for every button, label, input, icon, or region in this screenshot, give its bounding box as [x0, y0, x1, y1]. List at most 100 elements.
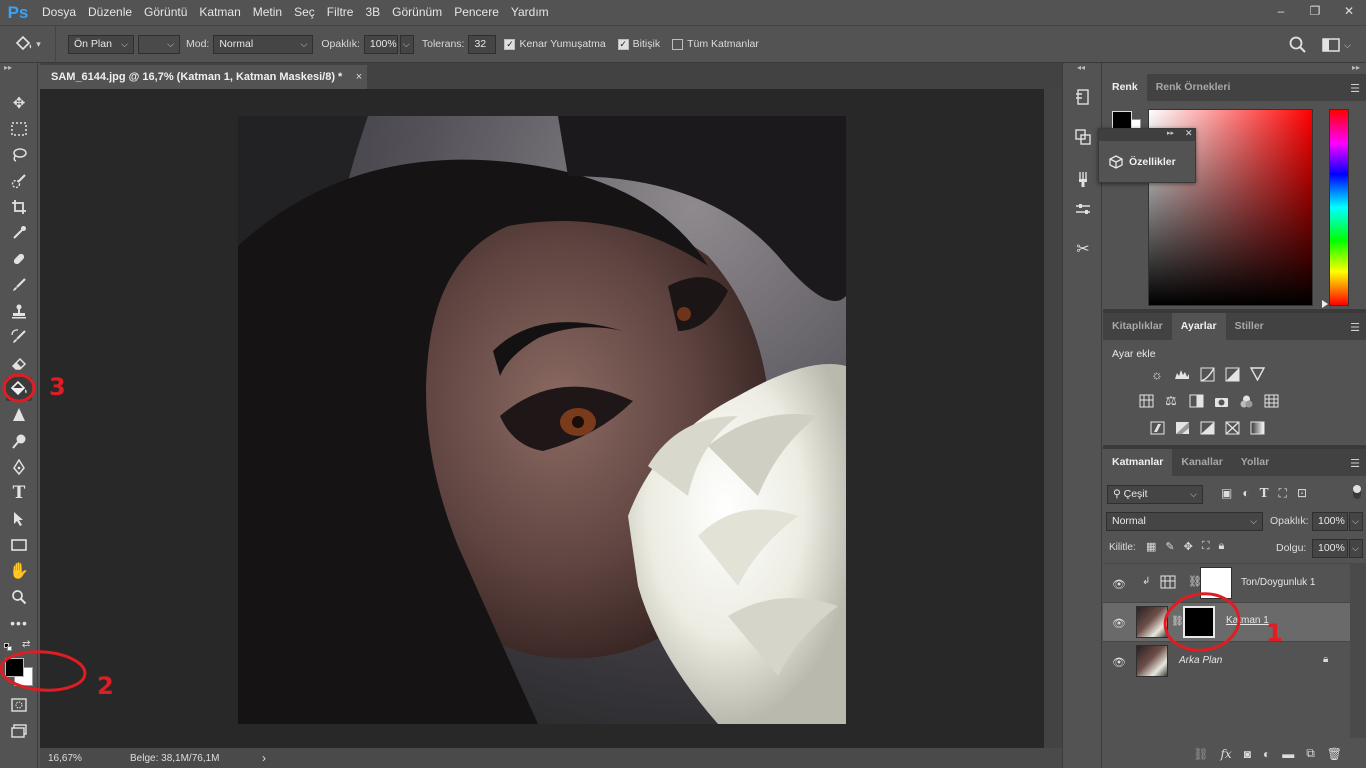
- hue-slider-handle[interactable]: [1322, 300, 1328, 308]
- document-tab[interactable]: SAM_6144.jpg @ 16,7% (Katman 1, Katman M…: [40, 65, 367, 89]
- workspace-button[interactable]: ⌵: [1322, 36, 1354, 54]
- layer-row-katman-1[interactable]: 👁︎ ⛓︎ Katman 1: [1103, 602, 1350, 641]
- menu-layer[interactable]: Katman: [193, 0, 246, 25]
- collapse-arrows-icon[interactable]: ▸▸: [1352, 63, 1360, 72]
- document-image[interactable]: [238, 116, 846, 724]
- lock-transparent-icon[interactable]: ▦: [1146, 540, 1156, 553]
- hand-tool-icon[interactable]: ✋: [6, 559, 32, 583]
- menu-edit[interactable]: Düzenle: [82, 0, 138, 25]
- tab-libraries[interactable]: Kitaplıklar: [1103, 313, 1172, 340]
- color-balance-icon[interactable]: ⚖: [1163, 393, 1179, 409]
- add-mask-icon[interactable]: ◙: [1244, 747, 1251, 761]
- screen-mode-icon[interactable]: [6, 719, 32, 743]
- black-white-icon[interactable]: [1188, 393, 1204, 409]
- pattern-picker[interactable]: ⌵: [138, 34, 180, 54]
- tolerance-input[interactable]: 32: [468, 34, 497, 54]
- layers-scrollbar[interactable]: [1350, 563, 1366, 738]
- menu-select[interactable]: Seç: [288, 0, 321, 25]
- levels-icon[interactable]: [1174, 366, 1190, 382]
- selective-color-icon[interactable]: [1224, 420, 1240, 436]
- blur-tool-icon[interactable]: [6, 403, 32, 427]
- paint-bucket-tool-icon[interactable]: [6, 377, 32, 401]
- layer-filter-select[interactable]: ⚲ Çeşit ⌵: [1107, 485, 1203, 504]
- invert-icon[interactable]: [1149, 420, 1165, 436]
- tab-swatches[interactable]: Renk Örnekleri: [1147, 74, 1240, 101]
- tab-layers[interactable]: Katmanlar: [1103, 449, 1173, 476]
- opacity-dropdown[interactable]: ⌵: [399, 34, 414, 54]
- layer-mask-thumbnail[interactable]: [1200, 567, 1232, 599]
- status-menu-arrow[interactable]: ›: [262, 751, 266, 765]
- layer-name[interactable]: Katman 1: [1226, 615, 1269, 626]
- rectangle-tool-icon[interactable]: [6, 533, 32, 557]
- minimize-button[interactable]: –: [1264, 0, 1298, 22]
- menu-file[interactable]: Dosya: [36, 0, 82, 25]
- layer-row-background[interactable]: 👁︎ Arka Plan 🔒︎: [1103, 641, 1350, 680]
- history-brush-tool-icon[interactable]: [6, 325, 32, 349]
- healing-brush-tool-icon[interactable]: [6, 247, 32, 271]
- menu-help[interactable]: Yardım: [505, 0, 555, 25]
- close-icon[interactable]: ✕: [1185, 128, 1193, 139]
- vertical-scrollbar[interactable]: [1044, 89, 1062, 748]
- curves-icon[interactable]: [1199, 366, 1215, 382]
- type-tool-icon[interactable]: T: [6, 481, 32, 505]
- collapse-arrows-icon[interactable]: ▸▸: [4, 63, 12, 72]
- close-tab-icon[interactable]: ×: [351, 65, 367, 89]
- menu-type[interactable]: Metin: [247, 0, 288, 25]
- mode-select[interactable]: Normal ⌵: [213, 34, 314, 54]
- quick-selection-tool-icon[interactable]: [6, 169, 32, 193]
- foreground-color-swatch[interactable]: [5, 658, 24, 677]
- filter-type-icon[interactable]: T: [1260, 486, 1269, 501]
- pen-tool-icon[interactable]: [6, 455, 32, 479]
- layer-opacity-input[interactable]: 100%: [1312, 512, 1348, 531]
- layer-effects-icon[interactable]: fx: [1220, 747, 1231, 761]
- menu-3d[interactable]: 3B: [359, 0, 386, 25]
- fill-source-select[interactable]: Ön Plan ⌵: [68, 34, 134, 54]
- brush-presets-icon[interactable]: [1071, 167, 1095, 191]
- zoom-level[interactable]: 16,67%: [48, 753, 108, 764]
- threshold-icon[interactable]: [1199, 420, 1215, 436]
- new-adjustment-layer-icon[interactable]: ◐: [1263, 747, 1270, 761]
- brush-tool-icon[interactable]: [6, 273, 32, 297]
- filter-adjustment-icon[interactable]: ◐: [1242, 486, 1249, 501]
- layer-row-hue-saturation[interactable]: 👁︎ ↲ ⛓︎ Ton/Doygunluk 1: [1103, 563, 1350, 602]
- eyedropper-tool-icon[interactable]: [6, 221, 32, 245]
- posterize-icon[interactable]: [1174, 420, 1190, 436]
- search-button[interactable]: [1288, 35, 1308, 55]
- fill-input[interactable]: 100%: [1312, 539, 1348, 558]
- tools-scissors-icon[interactable]: ✂: [1071, 237, 1095, 261]
- channel-mixer-icon[interactable]: [1238, 393, 1254, 409]
- visibility-eye-icon[interactable]: 👁︎: [1112, 656, 1126, 669]
- menu-window[interactable]: Pencere: [448, 0, 505, 25]
- all-layers-checkbox[interactable]: Tüm Katmanlar: [672, 38, 759, 50]
- gradient-map-icon[interactable]: [1249, 420, 1265, 436]
- vibrance-icon[interactable]: [1249, 366, 1265, 382]
- color-lookup-icon[interactable]: [1263, 393, 1279, 409]
- clone-stamp-tool-icon[interactable]: [6, 299, 32, 323]
- brightness-contrast-icon[interactable]: ☼: [1149, 366, 1165, 382]
- new-layer-icon[interactable]: ⧉: [1306, 746, 1315, 761]
- filter-smart-object-icon[interactable]: ⊡: [1297, 486, 1307, 501]
- lock-all-icon[interactable]: 🔒︎: [1219, 540, 1225, 553]
- layer-thumbnail[interactable]: [1136, 645, 1168, 677]
- opacity-input[interactable]: 100%: [363, 34, 398, 54]
- restore-button[interactable]: ❐: [1298, 0, 1332, 22]
- contiguous-checkbox[interactable]: ✓ Bitişik: [617, 38, 660, 50]
- properties-panel-icon[interactable]: [1071, 125, 1095, 149]
- swap-colors-icon[interactable]: ⇄: [22, 639, 30, 650]
- new-group-icon[interactable]: ▬: [1282, 747, 1294, 761]
- visibility-eye-icon[interactable]: 👁︎: [1112, 617, 1126, 630]
- tab-channels[interactable]: Kanallar: [1172, 449, 1231, 476]
- quick-mask-icon[interactable]: [6, 693, 32, 717]
- properties-popup[interactable]: ▸▸ ✕ Özellikler: [1098, 128, 1196, 183]
- lock-image-icon[interactable]: ✎: [1165, 540, 1174, 553]
- panel-menu-icon[interactable]: ☰: [1350, 82, 1360, 95]
- menu-view[interactable]: Görünüm: [386, 0, 448, 25]
- layer-name[interactable]: Arka Plan: [1179, 655, 1222, 666]
- hue-slider[interactable]: [1329, 109, 1349, 306]
- lock-position-icon[interactable]: ✥: [1184, 540, 1193, 553]
- lasso-tool-icon[interactable]: [6, 143, 32, 167]
- history-panel-icon[interactable]: [1071, 85, 1095, 109]
- mask-link-icon[interactable]: ⛓︎: [1171, 616, 1184, 627]
- visibility-eye-icon[interactable]: 👁︎: [1112, 578, 1126, 591]
- tab-adjustments[interactable]: Ayarlar: [1171, 313, 1226, 340]
